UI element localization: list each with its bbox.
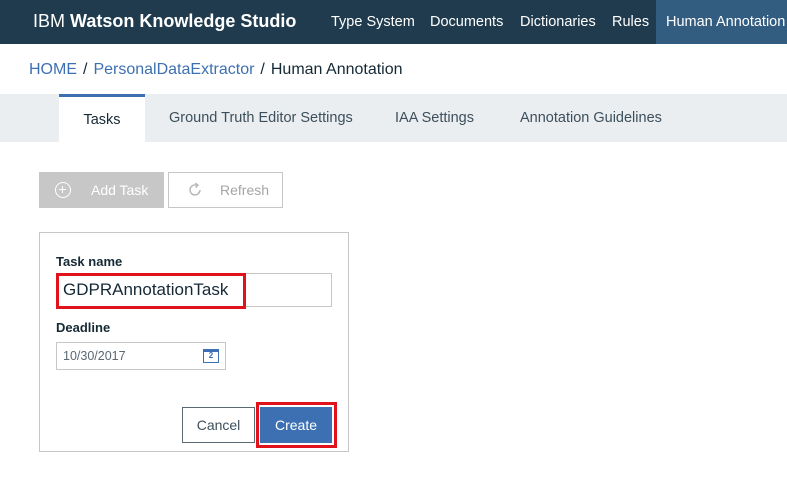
cancel-button[interactable]: Cancel <box>182 407 255 443</box>
tab-bar: Tasks Ground Truth Editor Settings IAA S… <box>0 94 787 142</box>
breadcrumb: HOME / PersonalDataExtractor / Human Annotat… <box>29 61 403 79</box>
refresh-button[interactable]: Refresh <box>168 172 283 208</box>
add-task-label: Add Task <box>91 182 149 198</box>
tab-annotation-guidelines[interactable]: Annotation Guidelines <box>520 94 662 142</box>
top-header: IBM Watson Knowledge Studio Type System … <box>0 0 787 44</box>
breadcrumb-separator: / <box>83 61 88 78</box>
breadcrumb-project[interactable]: PersonalDataExtractor <box>93 61 254 78</box>
nav-documents[interactable]: Documents <box>430 0 503 44</box>
deadline-input[interactable] <box>57 343 197 369</box>
breadcrumb-home[interactable]: HOME <box>29 61 77 78</box>
nav-dictionaries[interactable]: Dictionaries <box>520 0 596 44</box>
task-name-input[interactable] <box>56 273 332 307</box>
brand-prefix: IBM <box>33 11 66 31</box>
calendar-icon[interactable]: 2 <box>203 349 219 363</box>
tab-tasks[interactable]: Tasks <box>59 94 145 142</box>
create-button[interactable]: Create <box>260 407 332 443</box>
tab-iaa-settings[interactable]: IAA Settings <box>395 94 474 142</box>
add-task-button[interactable]: Add Task <box>39 172 164 208</box>
refresh-icon <box>187 182 203 198</box>
plus-circle-icon <box>55 182 71 198</box>
deadline-label: Deadline <box>56 320 111 335</box>
deadline-field[interactable]: 2 <box>56 342 226 370</box>
breadcrumb-separator: / <box>260 61 265 78</box>
tab-ground-truth-editor-settings[interactable]: Ground Truth Editor Settings <box>169 94 353 142</box>
brand-name: Watson Knowledge Studio <box>70 11 297 31</box>
nav-rules[interactable]: Rules <box>612 0 649 44</box>
nav-type-system[interactable]: Type System <box>331 0 415 44</box>
refresh-label: Refresh <box>220 182 270 198</box>
nav-human-annotation[interactable]: Human Annotation <box>656 0 787 44</box>
calendar-day: 2 <box>208 351 214 360</box>
app-brand[interactable]: IBM Watson Knowledge Studio <box>33 11 296 32</box>
task-name-label: Task name <box>56 254 123 269</box>
breadcrumb-current: Human Annotation <box>270 61 403 78</box>
